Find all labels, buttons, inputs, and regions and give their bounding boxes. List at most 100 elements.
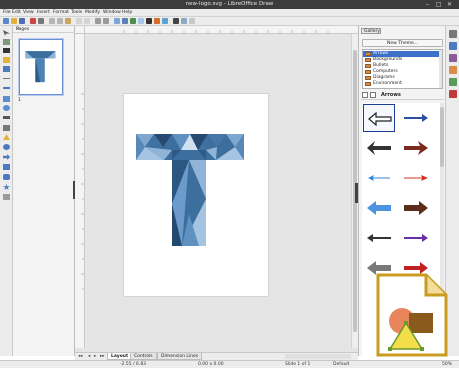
text-tool-icon[interactable] bbox=[3, 48, 10, 53]
select-arrow-icon[interactable] bbox=[3, 30, 10, 36]
zoom-icon[interactable] bbox=[114, 18, 120, 24]
symbol-shapes-icon[interactable] bbox=[3, 144, 10, 150]
menu-file[interactable]: File bbox=[3, 10, 11, 15]
image-icon[interactable] bbox=[122, 18, 128, 24]
gallery-item-arrow-left-outline[interactable] bbox=[363, 104, 395, 132]
menu-tools[interactable]: Tools bbox=[71, 10, 82, 15]
gallery-item-arrow-right-thin-red[interactable] bbox=[400, 164, 432, 192]
undo-icon[interactable] bbox=[76, 18, 82, 24]
menu-help[interactable]: Help bbox=[122, 10, 132, 15]
gallery-item-arrow-left-lightblue[interactable] bbox=[363, 194, 395, 222]
minimize-button[interactable]: – bbox=[424, 1, 431, 8]
zoom-level[interactable]: 50% bbox=[442, 362, 452, 367]
gallery-item-arrow-right-purple[interactable] bbox=[400, 224, 432, 252]
maximize-button[interactable]: □ bbox=[435, 1, 442, 8]
shapes-icon[interactable] bbox=[449, 90, 457, 98]
tab-controls[interactable]: Controls bbox=[130, 353, 157, 360]
new-theme-button[interactable]: New Theme... bbox=[362, 39, 443, 47]
gallery-item-arrow-left-black[interactable] bbox=[363, 134, 395, 162]
detailed-view-icon[interactable] bbox=[370, 92, 376, 98]
fontwork-icon[interactable] bbox=[154, 18, 160, 24]
text-box-icon[interactable] bbox=[146, 18, 152, 24]
helplines-icon[interactable] bbox=[103, 18, 109, 24]
zoom-pan-icon[interactable] bbox=[3, 39, 10, 45]
first-tab-icon[interactable]: ◂◂ bbox=[78, 354, 83, 359]
basic-shapes-icon[interactable] bbox=[3, 134, 10, 140]
table-icon[interactable] bbox=[138, 18, 144, 24]
gallery-item-arrow-right-brown[interactable] bbox=[400, 194, 432, 222]
title-bar: new-logo.svg - LibreOffice Draw – □ ✕ bbox=[0, 0, 459, 9]
rectangle-tool-icon[interactable] bbox=[3, 96, 10, 102]
theme-list-scrollbar[interactable] bbox=[439, 50, 442, 88]
menu-window[interactable]: Window bbox=[103, 10, 121, 15]
theme-item-label: Arrows bbox=[373, 51, 389, 56]
open-folder-icon[interactable] bbox=[11, 18, 17, 24]
horizontal-ruler[interactable] bbox=[85, 26, 358, 34]
new-document-icon[interactable] bbox=[3, 18, 9, 24]
gallery-item-arrow-left-thin-blue[interactable] bbox=[363, 164, 395, 192]
shadow-icon[interactable] bbox=[189, 18, 195, 24]
callouts-icon[interactable] bbox=[3, 174, 10, 180]
gallery-item-arrow-left-dark[interactable] bbox=[363, 224, 395, 252]
theme-item-label: Bullets bbox=[373, 63, 389, 68]
line-tool-icon[interactable] bbox=[3, 78, 10, 79]
gallery-icon[interactable] bbox=[449, 66, 457, 74]
grid-icon[interactable] bbox=[95, 18, 101, 24]
copy-icon[interactable] bbox=[57, 18, 63, 24]
drawing-page[interactable] bbox=[124, 94, 268, 296]
next-tab-icon[interactable]: ▸ bbox=[94, 354, 96, 359]
theme-folder-icon bbox=[365, 70, 371, 74]
menu-view[interactable]: View bbox=[23, 10, 34, 15]
curve-tool-icon[interactable] bbox=[3, 116, 10, 119]
menu-format[interactable]: Format bbox=[53, 10, 69, 15]
close-pages-pane-button[interactable]: × bbox=[16, 27, 72, 32]
properties-icon[interactable] bbox=[449, 42, 457, 50]
paste-icon[interactable] bbox=[65, 18, 71, 24]
connector-tool-icon[interactable] bbox=[3, 125, 10, 131]
special-character-icon[interactable] bbox=[162, 18, 168, 24]
redo-icon[interactable] bbox=[84, 18, 90, 24]
arrow-line-icon[interactable] bbox=[3, 87, 10, 89]
theme-list[interactable]: Arrows Backgrounds Bullets Computers Dia… bbox=[362, 49, 443, 89]
menu-insert[interactable]: Insert bbox=[37, 10, 50, 15]
last-tab-icon[interactable]: ▸▸ bbox=[100, 354, 105, 359]
drawing-canvas[interactable] bbox=[75, 26, 358, 356]
chart-icon[interactable] bbox=[130, 18, 136, 24]
fill-color-icon[interactable] bbox=[3, 57, 10, 63]
t-logo-graphic[interactable] bbox=[124, 94, 268, 296]
area-fill-icon[interactable] bbox=[181, 18, 187, 24]
export-pdf-icon[interactable] bbox=[30, 18, 36, 24]
3d-objects-icon[interactable] bbox=[3, 194, 10, 200]
gallery-scroll-thumb[interactable] bbox=[440, 107, 444, 167]
navigator-icon[interactable] bbox=[449, 78, 457, 86]
icon-view-icon[interactable] bbox=[362, 92, 368, 98]
line-style-icon[interactable] bbox=[173, 18, 179, 24]
gallery-item-arrow-right-darkred[interactable] bbox=[400, 134, 432, 162]
gallery-tab[interactable]: Gallery bbox=[361, 28, 381, 34]
tab-layout[interactable]: Layout bbox=[107, 353, 133, 360]
pages-pane-header: Pages × bbox=[13, 26, 75, 33]
horizontal-scrollbar[interactable] bbox=[285, 354, 351, 359]
sidebar-menu-icon[interactable] bbox=[449, 30, 457, 38]
arrow-right-darkred-icon bbox=[404, 141, 428, 155]
vertical-ruler[interactable] bbox=[75, 34, 85, 348]
arrow-left-thin-blue-icon bbox=[368, 175, 390, 181]
ruler-corner bbox=[75, 26, 85, 34]
gallery-item-arrow-right-blue[interactable] bbox=[400, 104, 432, 132]
close-window-button[interactable]: ✕ bbox=[446, 1, 453, 8]
tab-dimension-lines[interactable]: Dimension Lines bbox=[157, 353, 203, 360]
stars-icon[interactable] bbox=[3, 184, 10, 190]
ellipse-tool-icon[interactable] bbox=[3, 105, 10, 111]
block-arrows-icon[interactable] bbox=[3, 154, 10, 160]
line-color-icon[interactable] bbox=[3, 66, 10, 72]
menu-modify[interactable]: Modify bbox=[85, 10, 100, 15]
print-icon[interactable] bbox=[38, 18, 44, 24]
styles-icon[interactable] bbox=[449, 54, 457, 62]
page-thumbnail[interactable] bbox=[19, 39, 63, 95]
flowchart-icon[interactable] bbox=[3, 164, 10, 170]
menu-edit[interactable]: Edit bbox=[12, 10, 21, 15]
save-icon[interactable] bbox=[19, 18, 25, 24]
cut-icon[interactable] bbox=[49, 18, 55, 24]
prev-tab-icon[interactable]: ◂ bbox=[88, 354, 90, 359]
theme-item-environment[interactable]: Environment bbox=[363, 81, 440, 87]
